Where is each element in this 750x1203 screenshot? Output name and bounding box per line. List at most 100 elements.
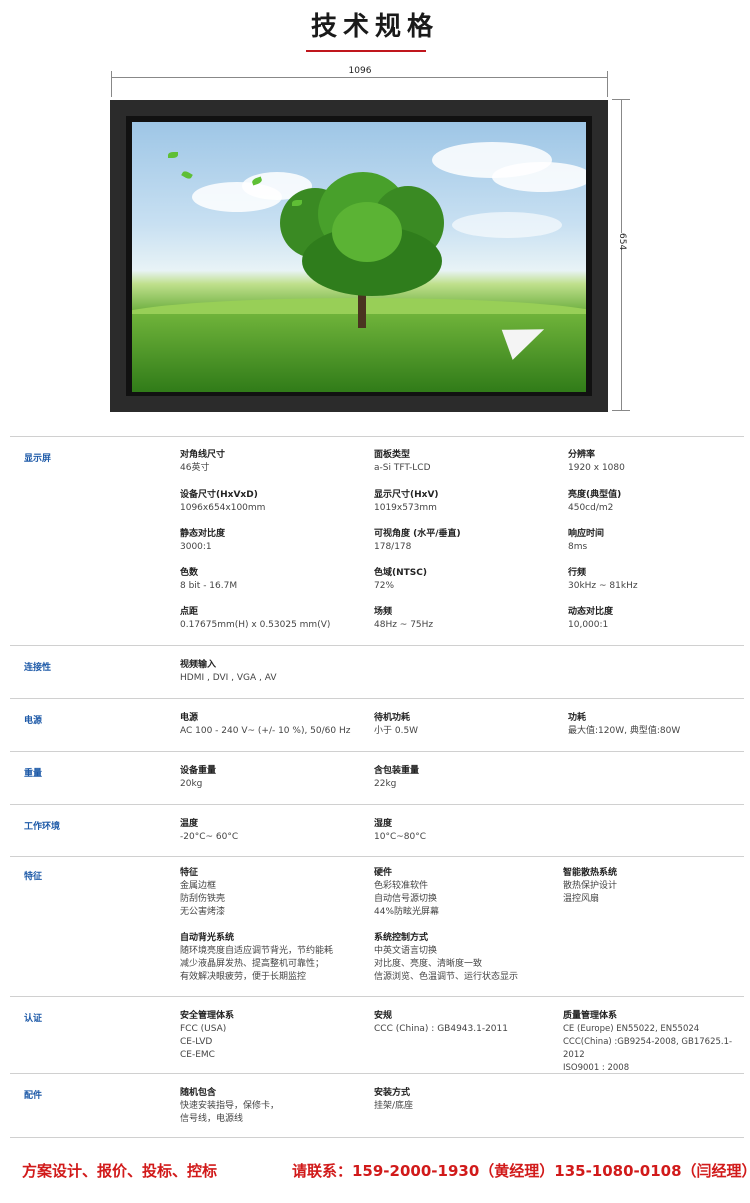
spec-section-display: 显示屏 对角线尺寸 46英寸 面板类型 a-Si TFT-LCD 分辨率 1920 x… — [10, 437, 744, 646]
spec-value: 1096x654x100mm — [180, 503, 266, 513]
height-dimension-line — [621, 100, 622, 411]
spec-name: 质量管理体系 — [563, 1011, 618, 1021]
spec-name: 功耗 — [568, 713, 587, 723]
spec-name: 自动背光系统 — [180, 933, 235, 943]
spec-name: 含包装重量 — [374, 766, 420, 776]
spec-item: 温度 -20°C~ 60°C — [180, 818, 370, 844]
spec-item: 特征金属边框 防刮伤铁壳 无公害烤漆 — [180, 867, 370, 919]
spec-item: 设备重量 20kg — [180, 765, 370, 791]
spec-name: 安全管理体系 — [180, 1011, 235, 1021]
spec-item: 含包装重量 22kg — [374, 765, 564, 791]
spec-item: 待机功耗小于 0.5W — [374, 712, 564, 738]
spec-item: 视频输入 HDMI , DVI , VGA , AV — [180, 659, 370, 685]
spec-item: 面板类型 a-Si TFT-LCD — [374, 449, 564, 475]
spec-name: 亮度(典型值) — [568, 490, 622, 500]
spec-value: 挂架/底座 — [374, 1101, 414, 1111]
spec-section-environment: 工作环境 温度 -20°C~ 60°C 湿度 10°C~80°C — [10, 805, 744, 857]
spec-item: 色域(NTSC) 72% — [374, 567, 564, 593]
monitor-image — [110, 100, 608, 412]
section-label: 配件 — [24, 1091, 43, 1101]
monitor-screen — [132, 122, 586, 392]
spec-item: 响应时间 8ms — [568, 528, 750, 554]
width-value: 1096 — [342, 66, 378, 76]
spec-name: 设备尺寸(HxVxD) — [180, 490, 258, 500]
height-dimension-tick-top — [612, 99, 630, 100]
spec-name: 设备重量 — [180, 766, 217, 776]
spec-value: 随环境亮度自适应调节背光，节约能耗 减少液晶屏发热、提高整机可靠性； 有效解决眼… — [180, 946, 334, 982]
spec-value: 178/178 — [374, 542, 412, 552]
spec-value: 小于 0.5W — [374, 726, 419, 736]
spec-item: 湿度 10°C~80°C — [374, 818, 564, 844]
spec-item: 设备尺寸(HxVxD) 1096x654x100mm — [180, 489, 370, 515]
spec-value: 20kg — [180, 779, 203, 789]
spec-item: 硬件 色彩较准软件 自动信号源切换 44%防眩光屏幕 — [374, 867, 564, 919]
section-label: 重量 — [24, 769, 43, 779]
section-label: 工作环境 — [24, 822, 61, 832]
spec-item: 安规 CCC (China) : GB4943.1-2011 — [374, 1010, 564, 1036]
spec-name: 待机功耗 — [374, 713, 411, 723]
spec-value: a-Si TFT-LCD — [374, 463, 431, 473]
spec-name: 安装方式 — [374, 1088, 411, 1098]
spec-section-weight: 重量 设备重量 20kg 含包装重量 22kg — [10, 752, 744, 805]
spec-value: 22kg — [374, 779, 397, 789]
spec-value: FCC (USA) CE-LVD CE-EMC — [180, 1024, 227, 1060]
spec-name: 显示尺寸(HxV) — [374, 490, 439, 500]
spec-value: CCC (China) : GB4943.1-2011 — [374, 1024, 508, 1034]
spec-name: 行频 — [568, 568, 587, 578]
spec-value: 1019x573mm — [374, 503, 437, 513]
spec-section-power: 电源 电源 AC 100 - 240 V~ (+/- 10 %), 50/60 H… — [10, 699, 744, 752]
spec-section-certification: 认证 安全管理体系 FCC (USA) CE-LVD CE-EMC 安规 CCC (… — [10, 997, 744, 1074]
spec-value: 10°C~80°C — [374, 832, 427, 842]
section-label: 显示屏 — [24, 454, 52, 464]
spec-item: 可视角度 (水平/垂直) 178/178 — [374, 528, 564, 554]
spec-name: 可视角度 (水平/垂直) — [374, 529, 461, 539]
spec-name: 对角线尺寸 — [180, 450, 226, 460]
height-dimension-tick-bottom — [612, 410, 630, 411]
spec-value: 1920 x 1080 — [568, 463, 625, 473]
spec-item: 电源 AC 100 - 240 V~ (+/- 10 %), 50/60 Hz — [180, 712, 370, 738]
spec-value: 金属边框 防刮伤铁壳 无公害烤漆 — [180, 881, 226, 917]
spec-value: -20°C~ 60°C — [180, 832, 239, 842]
title-underline — [306, 50, 426, 52]
spec-value: 最大值:120W, 典型值:80W — [568, 726, 681, 736]
section-label: 认证 — [24, 1014, 43, 1024]
spec-value: 散热保护设计 温控风扇 — [563, 881, 618, 904]
spec-item: 对角线尺寸 46英寸 — [180, 449, 370, 475]
footer-contact: 请联系：159-2000-1930（黄经理）135-1080-0108（闫经理） — [292, 1162, 750, 1180]
spec-item: 显示尺寸(HxV) 1019x573mm — [374, 489, 564, 515]
spec-item: 自动背光系统随环境亮度自适应调节背光，节约能耗 减少液晶屏发热、提高整机可靠性；… — [180, 932, 370, 984]
spec-value: 72% — [374, 581, 395, 591]
spec-item: 系统控制方式中英文语言切换 对比度、亮度、清晰度一致 信源浏览、色温调节、运行状… — [374, 932, 564, 984]
spec-item: 安全管理体系 FCC (USA) CE-LVD CE-EMC — [180, 1010, 370, 1062]
page-title: 技术规格 — [310, 12, 439, 42]
spec-value: 0.17675mm(H) x 0.53025 mm(V) — [180, 620, 331, 630]
spec-name: 湿度 — [374, 819, 393, 829]
spec-name: 色数 — [180, 568, 199, 578]
spec-item: 静态对比度 3000:1 — [180, 528, 370, 554]
spec-value: 48Hz ~ 75Hz — [374, 620, 434, 630]
spec-value: 8 bit - 16.7M — [180, 581, 238, 591]
spec-item: 智能散热系统散热保护设计 温控风扇 — [563, 867, 750, 906]
spec-value: 色彩较准软件 自动信号源切换 44%防眩光屏幕 — [374, 881, 440, 917]
spec-name: 特征 — [180, 868, 199, 878]
spec-name: 场频 — [374, 607, 393, 617]
spec-name: 点距 — [180, 607, 199, 617]
spec-value: 中英文语言切换 对比度、亮度、清晰度一致 信源浏览、色温调节、运行状态显示 — [374, 946, 519, 982]
spec-name: 智能散热系统 — [563, 868, 618, 878]
spec-item: 行频 30kHz ~ 81kHz — [568, 567, 750, 593]
spec-name: 系统控制方式 — [374, 933, 429, 943]
footer-services: 方案设计、报价、投标、控标 — [22, 1162, 218, 1180]
contact-footer: 方案设计、报价、投标、控标 请联系：159-2000-1930（黄经理）135-… — [0, 1160, 750, 1184]
spec-item: 分辨率 1920 x 1080 — [568, 449, 750, 475]
width-dimension-label: 1096 — [0, 66, 720, 76]
spec-name: 响应时间 — [568, 529, 605, 539]
spec-item: 安装方式挂架/底座 — [374, 1087, 564, 1113]
spec-name: 随机包含 — [180, 1088, 217, 1098]
spec-value: HDMI , DVI , VGA , AV — [180, 673, 277, 683]
spec-name: 动态对比度 — [568, 607, 614, 617]
section-label: 电源 — [24, 716, 43, 726]
spec-name: 分辨率 — [568, 450, 596, 460]
spec-value: 450cd/m2 — [568, 503, 614, 513]
spec-value: 46英寸 — [180, 463, 210, 473]
spec-section-accessories: 配件 随机包含 快速安装指导，保修卡， 信号线，电源线 安装方式 挂架/底座 — [10, 1074, 744, 1138]
